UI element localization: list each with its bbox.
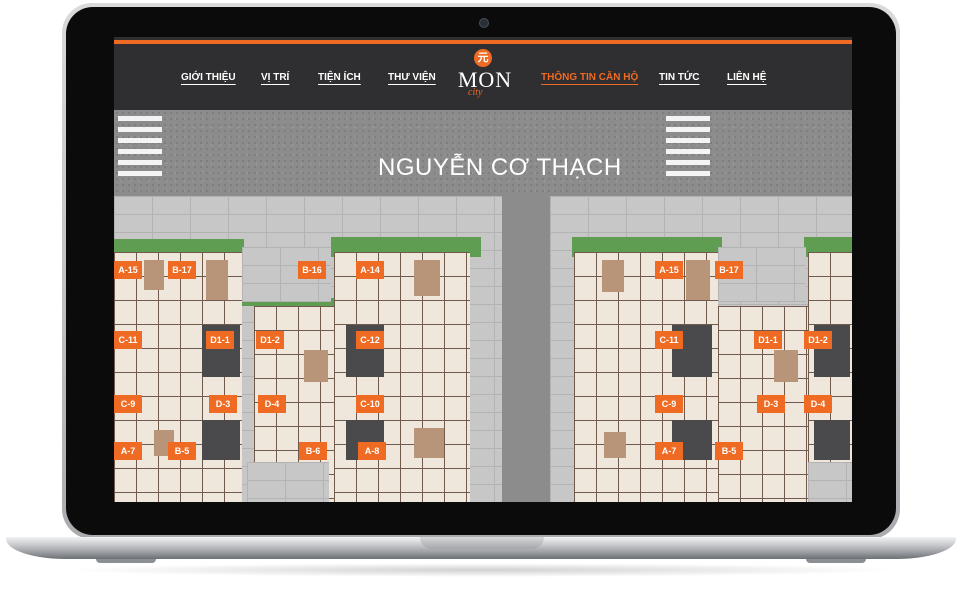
unit-label[interactable]: D1-2	[256, 331, 284, 349]
unit-label[interactable]: D1-2	[804, 331, 832, 349]
camera-icon	[479, 18, 489, 28]
unit-label[interactable]: C-10	[356, 395, 384, 413]
top-navigation: GIỚI THIỆU VỊ TRÍ TIỆN ÍCH THƯ VIỆN 元 MO…	[114, 37, 852, 110]
room	[304, 350, 328, 382]
accent-line	[114, 40, 852, 44]
room	[414, 428, 444, 458]
floor-plan-map: NGUYỄN CƠ THẠCH A-15 B-17 B-16 A-14 C-11…	[114, 110, 852, 502]
unit-label[interactable]: A-7	[114, 442, 142, 460]
unit-label[interactable]: B-5	[715, 442, 743, 460]
laptop-foot	[806, 559, 866, 563]
nav-tin-tuc[interactable]: TIN TỨC	[659, 72, 700, 83]
unit-label[interactable]: D1-1	[754, 331, 782, 349]
nav-tien-ich[interactable]: TIỆN ÍCH	[318, 72, 361, 83]
logo-mark-icon: 元	[474, 49, 492, 67]
elevator-core	[202, 420, 240, 460]
unit-label[interactable]: B-5	[168, 442, 196, 460]
room	[604, 432, 626, 458]
nav-thu-vien[interactable]: THƯ VIỆN	[388, 72, 436, 83]
laptop-notch	[420, 537, 544, 549]
crosswalk	[118, 116, 162, 178]
unit-label[interactable]: B-16	[298, 261, 326, 279]
laptop-shadow	[60, 563, 902, 577]
courtyard	[247, 462, 329, 502]
unit-label[interactable]: C-11	[655, 331, 683, 349]
room	[206, 260, 228, 300]
nav-lien-he[interactable]: LIÊN HỆ	[727, 72, 766, 83]
unit-label[interactable]: B-17	[715, 261, 743, 279]
unit-label[interactable]: A-15	[114, 261, 142, 279]
unit-label[interactable]: A-8	[358, 442, 386, 460]
unit-label[interactable]: B-17	[168, 261, 196, 279]
unit-label[interactable]: C-9	[114, 395, 142, 413]
laptop-screen: GIỚI THIỆU VỊ TRÍ TIỆN ÍCH THƯ VIỆN 元 MO…	[114, 37, 852, 502]
unit-label[interactable]: C-12	[356, 331, 384, 349]
room	[774, 350, 798, 382]
side-road	[502, 196, 550, 502]
unit-label[interactable]: C-9	[655, 395, 683, 413]
unit-label[interactable]: D-3	[757, 395, 785, 413]
room	[602, 260, 624, 292]
unit-label[interactable]: A-7	[655, 442, 683, 460]
logo-sub-text: city	[468, 87, 483, 98]
logo-text: MON	[457, 67, 513, 92]
laptop-foot	[96, 559, 156, 563]
mon-city-logo[interactable]: 元 MON city	[454, 49, 514, 99]
crosswalk	[666, 116, 710, 178]
unit-label[interactable]: B-6	[299, 442, 327, 460]
room	[144, 260, 164, 290]
room	[414, 260, 440, 296]
unit-label[interactable]: D-3	[209, 395, 237, 413]
nav-vi-tri[interactable]: VỊ TRÍ	[261, 72, 289, 83]
unit-label[interactable]: D-4	[804, 395, 832, 413]
nav-thong-tin-can-ho[interactable]: THÔNG TIN CĂN HỘ	[541, 72, 638, 83]
courtyard	[808, 462, 852, 502]
elevator-core	[814, 420, 850, 460]
building-block	[334, 252, 470, 502]
room	[686, 260, 710, 300]
unit-label[interactable]: D1-1	[206, 331, 234, 349]
nav-gioi-thieu[interactable]: GIỚI THIỆU	[181, 72, 236, 83]
unit-label[interactable]: A-14	[356, 261, 384, 279]
unit-label[interactable]: C-11	[114, 331, 142, 349]
unit-label[interactable]: A-15	[655, 261, 683, 279]
street-name: NGUYỄN CƠ THẠCH	[378, 154, 622, 181]
unit-label[interactable]: D-4	[258, 395, 286, 413]
